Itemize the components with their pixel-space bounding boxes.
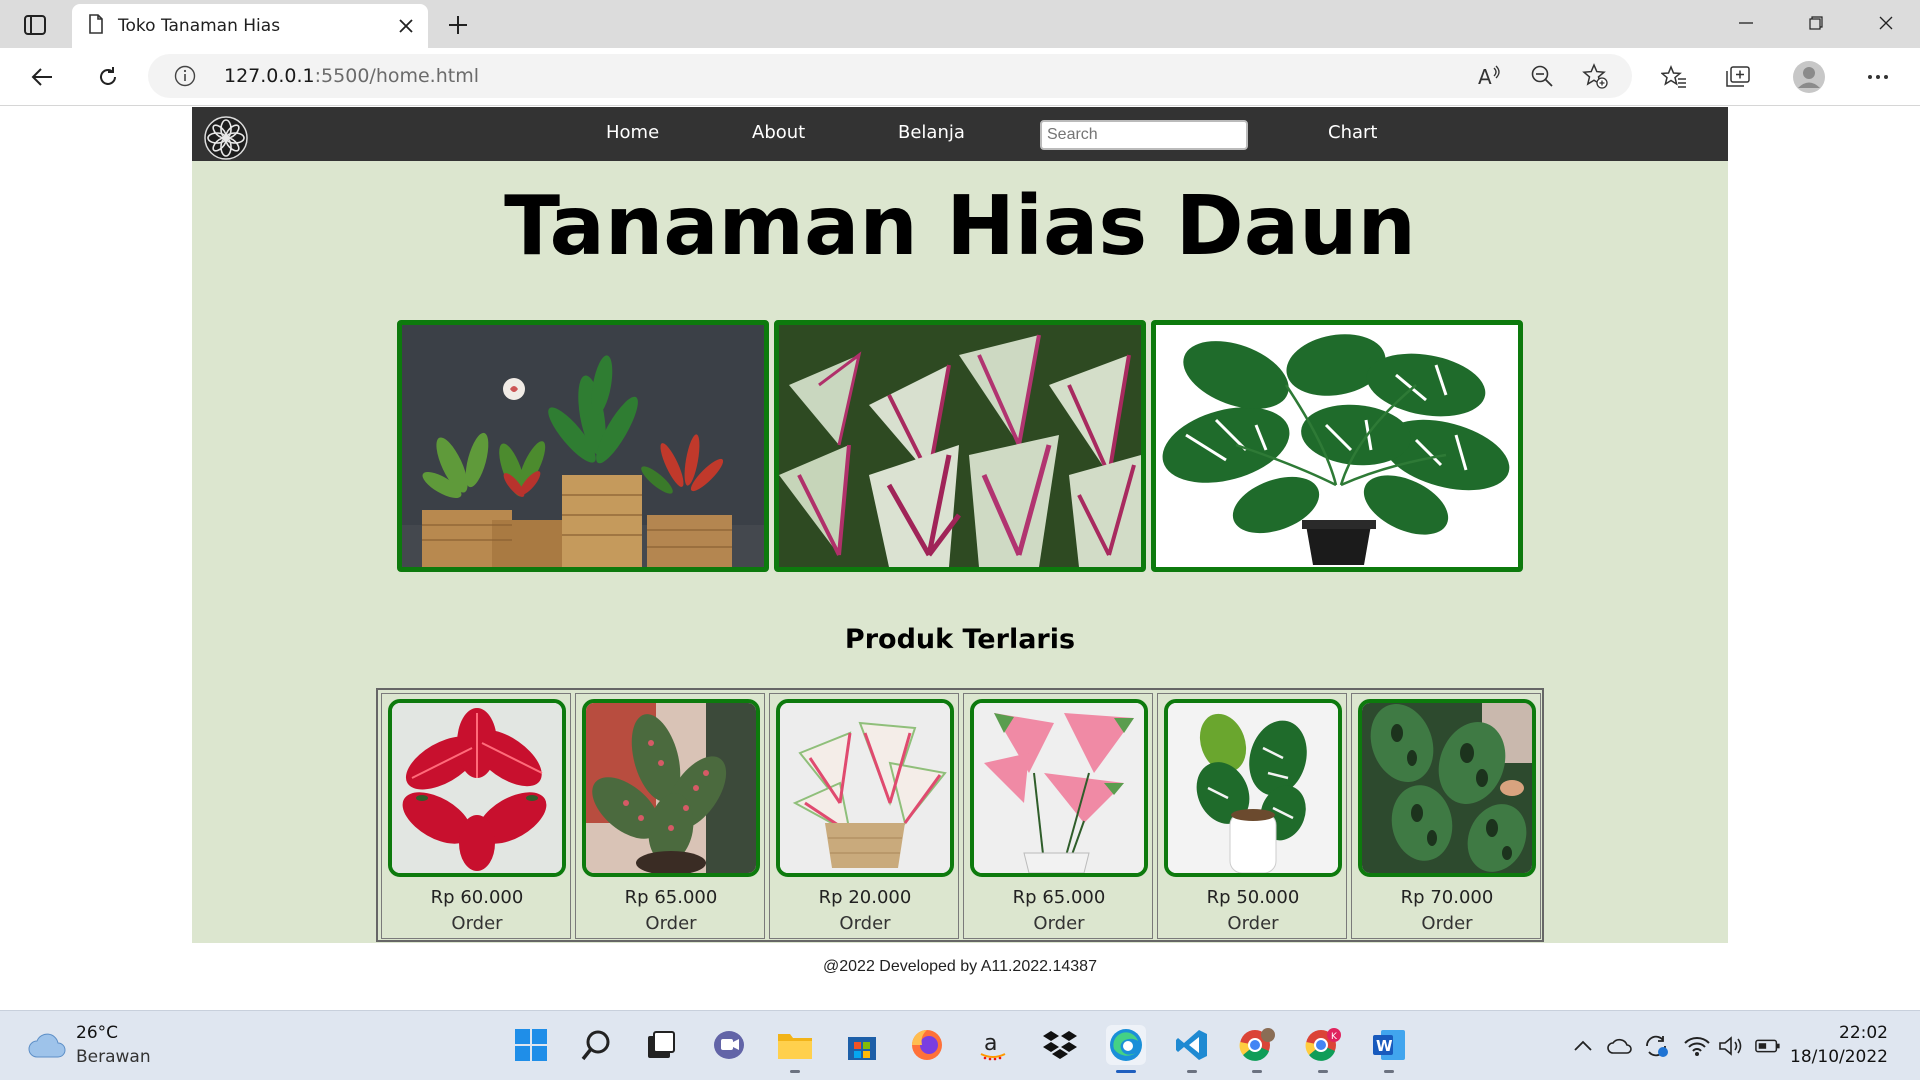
svg-text:a: a <box>984 1031 997 1056</box>
word-icon[interactable]: W <box>1369 1025 1409 1073</box>
banner-image-caladium <box>774 320 1146 572</box>
edge-browser-icon[interactable] <box>1106 1025 1146 1073</box>
browser-tab-strip: Toko Tanaman Hias <box>0 0 1920 48</box>
order-button[interactable]: Order <box>1158 913 1348 934</box>
nav-link-belanja[interactable]: Belanja <box>898 122 965 143</box>
banner-image-monstera <box>1151 320 1523 572</box>
product-image-aglaonema-pink-spot[interactable] <box>582 699 760 877</box>
microsoft-store-icon[interactable] <box>842 1025 882 1065</box>
firefox-icon[interactable] <box>907 1025 947 1065</box>
page-title: Tanaman Hias Daun <box>504 179 1416 274</box>
order-button[interactable]: Order <box>382 913 572 934</box>
product-image-white-caladium[interactable] <box>776 699 954 877</box>
running-indicator <box>1318 1070 1328 1073</box>
product-card: Rp 65.000 Order <box>575 693 765 939</box>
onedrive-cloud-icon[interactable] <box>1607 1033 1633 1059</box>
add-favorite-icon[interactable] <box>1582 63 1608 93</box>
running-indicator <box>790 1070 800 1073</box>
product-card: Rp 20.000 Order <box>769 693 959 939</box>
close-tab-icon[interactable] <box>394 14 418 38</box>
product-image-small-monstera[interactable] <box>1164 699 1342 877</box>
amazon-icon[interactable]: a <box>973 1025 1013 1065</box>
nav-link-about[interactable]: About <box>752 122 805 143</box>
weather-description[interactable]: Berawan <box>76 1047 151 1067</box>
running-indicator <box>1384 1070 1394 1073</box>
clock-date[interactable]: 18/10/2022 <box>1790 1047 1888 1067</box>
svg-text:A: A <box>1478 65 1492 88</box>
nav-link-home[interactable]: Home <box>606 122 659 143</box>
search-icon[interactable] <box>577 1025 617 1065</box>
footer-credit: @2022 Developed by A11.2022.14387 <box>823 958 1097 975</box>
more-menu-icon[interactable] <box>1860 60 1896 94</box>
restore-icon[interactable] <box>1794 8 1838 38</box>
order-button[interactable]: Order <box>576 913 766 934</box>
product-card: Rp 50.000 Order <box>1157 693 1347 939</box>
favorites-icon[interactable] <box>1656 60 1692 94</box>
windows-taskbar: 26°C Berawan a K W 22:02 18/10/2022 <box>0 1010 1920 1080</box>
product-table: Rp 60.000 Order Rp 65.000 Order Rp 20.00… <box>376 688 1544 942</box>
battery-icon[interactable] <box>1755 1033 1781 1059</box>
nav-link-chart[interactable]: Chart <box>1328 122 1377 143</box>
reload-icon[interactable] <box>90 60 126 94</box>
task-view-icon[interactable] <box>641 1025 681 1065</box>
minimize-icon[interactable] <box>1724 8 1768 38</box>
site-navbar: Home About Belanja Chart <box>192 107 1728 161</box>
product-price: Rp 60.000 <box>430 887 524 908</box>
new-tab-button[interactable] <box>444 11 472 39</box>
sync-icon[interactable] <box>1643 1033 1669 1059</box>
start-windows-icon[interactable] <box>511 1025 551 1065</box>
product-card: Rp 70.000 Order <box>1351 693 1541 939</box>
product-price: Rp 70.000 <box>1400 887 1494 908</box>
site-info-icon[interactable] <box>174 65 196 91</box>
profile-avatar[interactable] <box>1789 60 1829 94</box>
cloud-weather-icon[interactable] <box>28 1031 66 1063</box>
chrome-profile-1-icon[interactable] <box>1237 1025 1277 1073</box>
product-image-monstera-adansonii[interactable] <box>1358 699 1536 877</box>
search-input[interactable] <box>1040 120 1248 150</box>
chevron-up-icon[interactable] <box>1570 1033 1596 1059</box>
teams-chat-icon[interactable] <box>709 1025 749 1065</box>
product-card: Rp 65.000 Order <box>963 693 1153 939</box>
vscode-icon[interactable] <box>1172 1025 1212 1073</box>
product-price: Rp 65.000 <box>1012 887 1106 908</box>
product-image-red-aglaonema[interactable] <box>388 699 566 877</box>
back-icon[interactable] <box>24 60 60 94</box>
running-indicator <box>1252 1070 1262 1073</box>
zoom-out-icon[interactable] <box>1530 64 1554 92</box>
page-icon <box>88 14 104 38</box>
product-card: Rp 60.000 Order <box>381 693 571 939</box>
order-button[interactable]: Order <box>964 913 1154 934</box>
product-price: Rp 65.000 <box>624 887 718 908</box>
active-indicator <box>1116 1070 1136 1073</box>
clock-time[interactable]: 22:02 <box>1839 1023 1888 1043</box>
product-price: Rp 50.000 <box>1206 887 1300 908</box>
weather-temperature[interactable]: 26°C <box>76 1023 118 1043</box>
volume-icon[interactable] <box>1718 1033 1744 1059</box>
browser-toolbar: 127.0.0.1:5500/home.html A <box>0 48 1920 106</box>
dropbox-icon[interactable] <box>1040 1025 1080 1065</box>
order-button[interactable]: Order <box>770 913 960 934</box>
file-explorer-icon[interactable] <box>775 1025 815 1073</box>
collections-icon[interactable] <box>1720 60 1756 94</box>
read-aloud-icon[interactable]: A <box>1476 64 1502 92</box>
close-window-icon[interactable] <box>1864 8 1908 38</box>
banner-image-potted-plants <box>397 320 769 572</box>
address-bar[interactable]: 127.0.0.1:5500/home.html A <box>148 54 1632 98</box>
wifi-icon[interactable] <box>1684 1033 1710 1059</box>
tab-actions-icon[interactable] <box>16 11 54 39</box>
flower-logo-icon[interactable] <box>204 116 248 160</box>
svg-text:W: W <box>1376 1037 1393 1055</box>
product-price: Rp 20.000 <box>818 887 912 908</box>
section-title: Produk Terlaris <box>844 624 1076 655</box>
order-button[interactable]: Order <box>1352 913 1542 934</box>
page-container: Home About Belanja Chart Tanaman Hias Da… <box>192 107 1728 943</box>
running-indicator <box>1187 1070 1197 1073</box>
tab-title: Toko Tanaman Hias <box>118 16 281 36</box>
product-image-pink-caladium[interactable] <box>970 699 1148 877</box>
url-text[interactable]: 127.0.0.1:5500/home.html <box>224 65 479 87</box>
browser-tab-active[interactable]: Toko Tanaman Hias <box>72 4 428 48</box>
chrome-profile-2-icon[interactable]: K <box>1303 1025 1343 1073</box>
